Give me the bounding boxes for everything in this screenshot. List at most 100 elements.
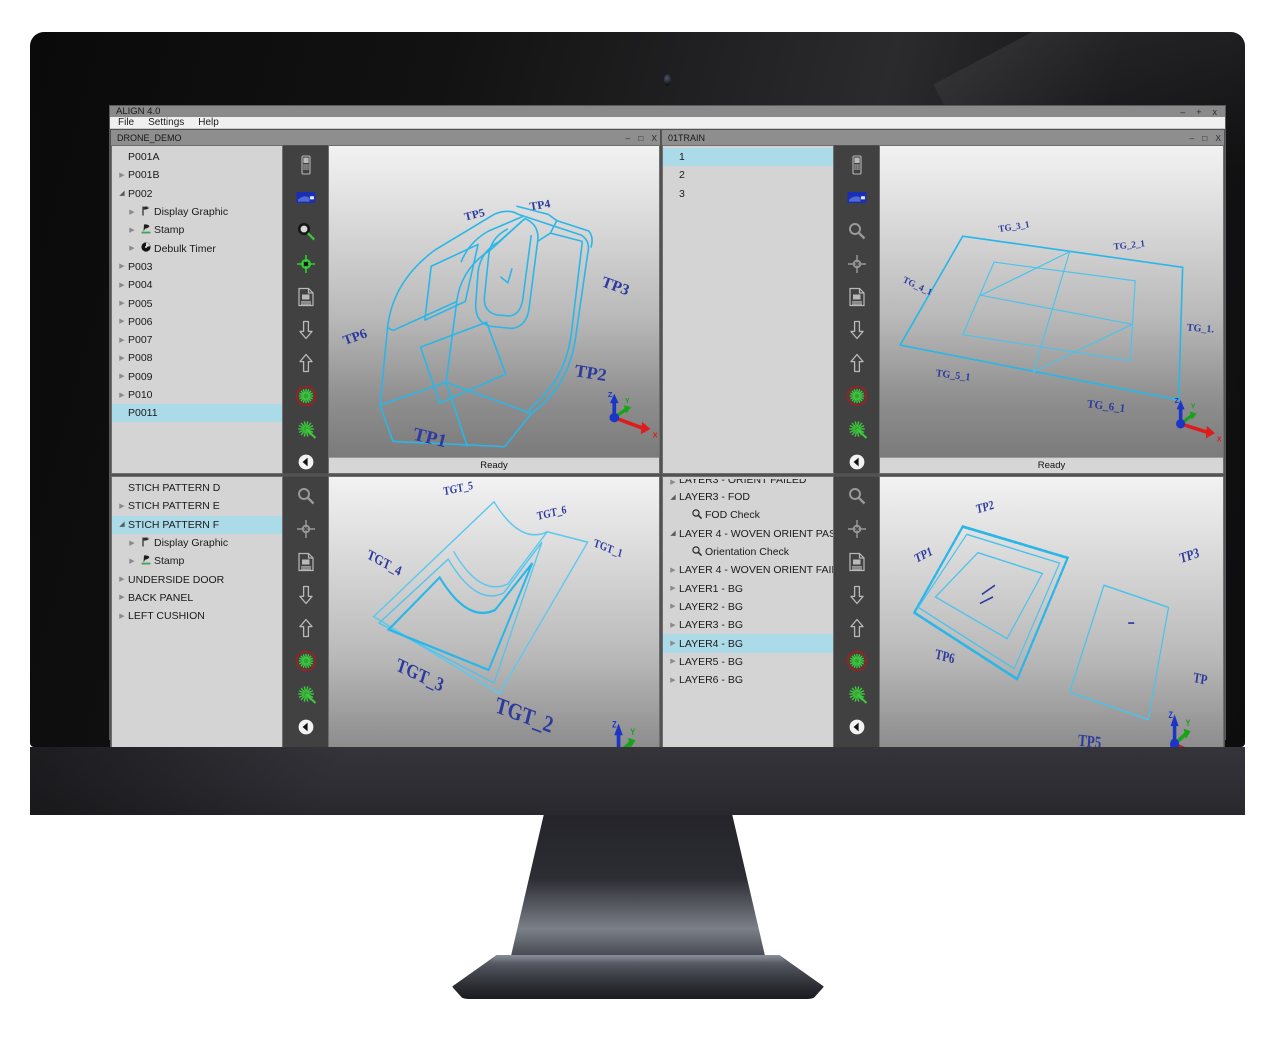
- arrow-down-icon[interactable]: [294, 319, 318, 341]
- chevron-right-icon[interactable]: ▶: [667, 603, 679, 610]
- chevron-right-icon[interactable]: ▶: [116, 300, 128, 307]
- chevron-right-icon[interactable]: ▶: [667, 585, 679, 592]
- tree-row[interactable]: ▶ LAYER 4 - WOVEN ORIENT FAIL: [663, 561, 833, 579]
- tree-row[interactable]: ▶ P005: [112, 294, 282, 312]
- tree-row[interactable]: ▶ P008: [112, 349, 282, 367]
- arrow-up-icon[interactable]: [294, 617, 318, 639]
- save-file-icon[interactable]: [845, 551, 869, 573]
- tree-row[interactable]: ▶ Display Graphic: [112, 203, 282, 221]
- chevron-right-icon[interactable]: ▶: [667, 677, 679, 684]
- chevron-right-icon[interactable]: ▶: [126, 558, 138, 565]
- back-arrow-icon[interactable]: [845, 716, 869, 738]
- crosshair-target-icon[interactable]: [294, 518, 318, 540]
- tree-row[interactable]: ▶ UNDERSIDE DOOR: [112, 570, 282, 588]
- close-icon[interactable]: X: [651, 133, 657, 143]
- chevron-right-icon[interactable]: ▶: [667, 640, 679, 647]
- maximize-icon[interactable]: □: [1202, 133, 1207, 143]
- arrow-up-icon[interactable]: [845, 617, 869, 639]
- back-arrow-icon[interactable]: [845, 451, 869, 473]
- laser-off-icon[interactable]: [845, 650, 869, 672]
- chevron-right-icon[interactable]: ▶: [116, 355, 128, 362]
- chevron-right-icon[interactable]: ▶: [126, 227, 138, 234]
- card-reader-icon[interactable]: [845, 187, 869, 209]
- menu-item-settings[interactable]: Settings: [148, 117, 184, 128]
- tree-row[interactable]: ▶ Debulk Timer: [112, 239, 282, 257]
- chevron-right-icon[interactable]: ▶: [116, 318, 128, 325]
- laser-off-icon[interactable]: [294, 650, 318, 672]
- chevron-right-icon[interactable]: ▶: [116, 613, 128, 620]
- tree-row[interactable]: ▶ P010: [112, 386, 282, 404]
- tree-row[interactable]: FOD Check: [663, 506, 833, 524]
- arrow-up-icon[interactable]: [294, 352, 318, 374]
- minimize-icon[interactable]: –: [1180, 107, 1185, 117]
- tree-row[interactable]: ▶ P007: [112, 331, 282, 349]
- viewport-3d-drone[interactable]: TP5 TP4 TP3 TP6 TP2 TP1 Z Y X: [329, 146, 659, 457]
- arrow-up-icon[interactable]: [845, 352, 869, 374]
- tree-panel-stitch-patterns[interactable]: STICH PATTERN D ▶ STICH PATTERN E ◢ STICH PA…: [111, 476, 283, 747]
- tree-row[interactable]: ▶ LAYER6 - BG: [663, 671, 833, 689]
- tree-row[interactable]: ▶ LAYER5 - BG: [663, 653, 833, 671]
- tree-row[interactable]: ▶ P006: [112, 313, 282, 331]
- tree-row[interactable]: ▶ P003: [112, 258, 282, 276]
- chevron-right-icon[interactable]: ▶: [116, 373, 128, 380]
- menu-item-help[interactable]: Help: [198, 117, 219, 128]
- viewport-3d-train[interactable]: TG_3_1 TG_2_1 TG_4_1 TG_1. TG_5_1 TG_6_1: [880, 146, 1223, 457]
- tree-panel-01train[interactable]: 1 2 3: [662, 145, 834, 474]
- chevron-right-icon[interactable]: ▶: [116, 282, 128, 289]
- arrow-down-icon[interactable]: [845, 319, 869, 341]
- laser-off-icon[interactable]: [294, 385, 318, 407]
- chevron-right-icon[interactable]: ▶: [116, 337, 128, 344]
- tree-row[interactable]: ▶ LEFT CUSHION: [112, 607, 282, 625]
- chevron-right-icon[interactable]: ▶: [116, 263, 128, 270]
- chevron-down-icon[interactable]: ◢: [667, 530, 679, 537]
- chevron-right-icon[interactable]: ▶: [116, 576, 128, 583]
- menu-item-file[interactable]: File: [118, 117, 134, 128]
- laser-on-icon[interactable]: [294, 418, 318, 440]
- crosshair-target-icon[interactable]: [845, 518, 869, 540]
- laser-on-icon[interactable]: [845, 683, 869, 705]
- chevron-right-icon[interactable]: ▶: [116, 503, 128, 510]
- back-arrow-icon[interactable]: [294, 716, 318, 738]
- tree-panel-drone-demo[interactable]: P001A ▶ P001B ◢ P002 ▶ Display Graphic ▶ Stamp ▶ D…: [111, 145, 283, 474]
- tree-row[interactable]: 2: [663, 166, 833, 184]
- chevron-right-icon[interactable]: ▶: [116, 594, 128, 601]
- tree-row[interactable]: Orientation Check: [663, 543, 833, 561]
- save-file-icon[interactable]: [845, 286, 869, 308]
- tree-row[interactable]: ▶ LAYER3 - ORIENT FAILED: [663, 479, 833, 488]
- maximize-icon[interactable]: □: [638, 133, 643, 143]
- minimize-icon[interactable]: –: [625, 133, 630, 143]
- arrow-down-icon[interactable]: [294, 584, 318, 606]
- tree-row[interactable]: ▶ LAYER1 - BG: [663, 579, 833, 597]
- chevron-down-icon[interactable]: ◢: [116, 190, 128, 197]
- chevron-right-icon[interactable]: ▶: [667, 658, 679, 665]
- tree-row[interactable]: P0011: [112, 404, 282, 423]
- calculator-icon[interactable]: [294, 154, 318, 176]
- save-file-icon[interactable]: [294, 286, 318, 308]
- tree-row[interactable]: ▶ LAYER4 - BG: [663, 634, 833, 653]
- chevron-right-icon[interactable]: ▶: [667, 479, 679, 486]
- minimize-icon[interactable]: –: [1189, 133, 1194, 143]
- arrow-down-icon[interactable]: [845, 584, 869, 606]
- tree-row[interactable]: STICH PATTERN D: [112, 479, 282, 497]
- back-arrow-icon[interactable]: [294, 451, 318, 473]
- tree-panel-layers[interactable]: ▶ LAYER3 - ORIENT FAILED ◢ LAYER3 - FOD FOD …: [662, 476, 834, 747]
- zoom-search-icon[interactable]: [845, 485, 869, 507]
- tree-row[interactable]: ◢ P002: [112, 185, 282, 203]
- card-reader-icon[interactable]: [294, 187, 318, 209]
- laser-on-icon[interactable]: [845, 418, 869, 440]
- tree-row[interactable]: ◢ STICH PATTERN F: [112, 515, 282, 534]
- tree-row[interactable]: ◢ LAYER 4 - WOVEN ORIENT PASS: [663, 525, 833, 543]
- save-file-icon[interactable]: [294, 551, 318, 573]
- viewport-3d-tgt[interactable]: TGT_5 TGT_6 TGT_1 TGT_4 TGT_3 TGT_2 Z Y: [329, 477, 659, 747]
- chevron-right-icon[interactable]: ▶: [667, 622, 679, 629]
- crosshair-target-icon[interactable]: [294, 253, 318, 275]
- tree-row[interactable]: ▶ STICH PATTERN E: [112, 497, 282, 515]
- chevron-down-icon[interactable]: ◢: [667, 494, 679, 501]
- tree-row[interactable]: ▶ Display Graphic: [112, 534, 282, 552]
- tree-row[interactable]: 3: [663, 185, 833, 203]
- tree-row[interactable]: 1: [663, 148, 833, 167]
- viewport-3d-layers[interactable]: TP2 TP1 TP3 TP6 TP TP5 Z Y: [880, 477, 1223, 747]
- tree-row[interactable]: ▶ Stamp: [112, 221, 282, 239]
- tree-row[interactable]: P001A: [112, 148, 282, 166]
- zoom-search-icon[interactable]: [294, 485, 318, 507]
